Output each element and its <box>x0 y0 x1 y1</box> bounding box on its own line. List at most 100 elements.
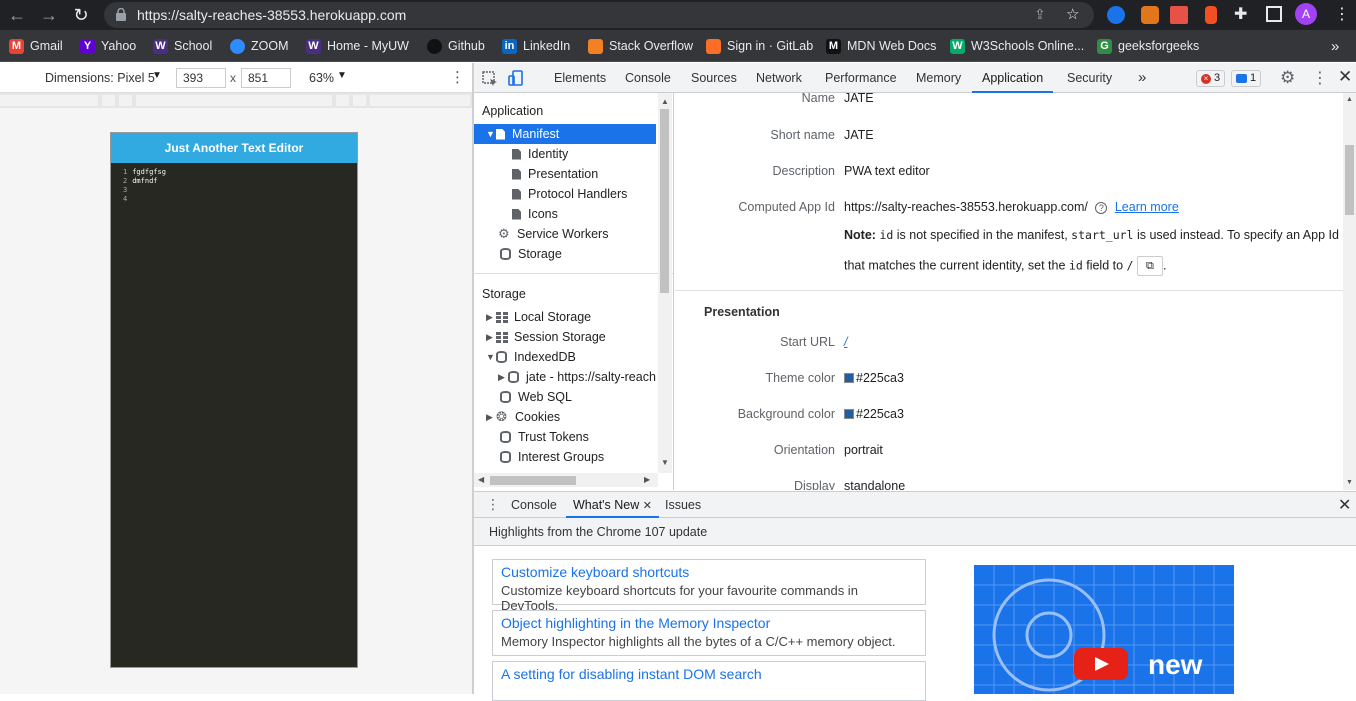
bookmark-gitlab[interactable]: Sign in · GitLab <box>706 38 813 54</box>
learn-more-link[interactable]: Learn more <box>1115 200 1179 214</box>
sidebar-item-interest-groups[interactable]: Interest Groups <box>500 447 604 467</box>
youtube-play-button[interactable] <box>1074 648 1128 680</box>
tab-performance[interactable]: Performance <box>825 63 897 93</box>
sidebar-item-service-workers[interactable]: ⚙ Service Workers <box>498 224 608 244</box>
help-icon[interactable]: ? <box>1095 202 1108 214</box>
address-bar[interactable]: https://salty-reaches-38553.herokuapp.co… <box>104 2 1094 28</box>
document-icon <box>512 188 521 200</box>
display-value: standalone <box>844 479 906 490</box>
drawer-menu-icon[interactable]: ⋮ <box>486 496 500 513</box>
share-icon[interactable]: ⇪ <box>1034 6 1046 23</box>
reload-icon[interactable]: ↻ <box>70 4 92 26</box>
inspect-element-icon[interactable] <box>482 71 498 87</box>
tab-application[interactable]: Application <box>972 63 1054 93</box>
bookmark-myuw[interactable]: W Home - MyUW <box>306 38 409 54</box>
profile-avatar[interactable]: A <box>1295 3 1317 25</box>
close-tab-icon[interactable]: ✕ <box>643 500 652 512</box>
bookmark-stackoverflow[interactable]: Stack Overflow <box>588 38 693 54</box>
bookmark-github[interactable]: Github <box>427 38 485 54</box>
sidebar-item-storage[interactable]: Storage <box>500 244 562 264</box>
sidebar-item-local-storage[interactable]: ▶ Local Storage <box>486 307 591 327</box>
puzzle-extensions-icon[interactable]: ✚ <box>1234 4 1247 24</box>
devtools-menu-icon[interactable]: ⋮ <box>1312 68 1328 88</box>
whats-new-video-thumbnail[interactable]: new <box>974 565 1234 694</box>
sidebar-horizontal-scrollbar[interactable]: ◀ ▶ <box>474 473 658 487</box>
forward-arrow-icon[interactable]: → <box>38 4 60 26</box>
sidebar-item-presentation[interactable]: Presentation <box>512 164 598 184</box>
main-vertical-scrollbar[interactable]: ▲ ▼ <box>1343 93 1356 490</box>
application-sidebar: Application ▼ Manifest Identity Presentat… <box>474 93 674 490</box>
extension-icon[interactable] <box>1107 6 1125 24</box>
tab-memory[interactable]: Memory <box>916 63 961 93</box>
device-dimensions-select[interactable]: Dimensions: Pixel 5 <box>45 71 155 85</box>
sidebar-item-web-sql[interactable]: Web SQL <box>500 387 572 407</box>
tab-console[interactable]: Console <box>625 63 671 93</box>
settings-gear-icon[interactable]: ⚙ <box>1280 68 1295 88</box>
bookmark-mdn[interactable]: M MDN Web Docs <box>826 38 936 54</box>
bookmark-zoom[interactable]: ZOOM <box>230 38 289 54</box>
more-tabs-button[interactable]: » <box>1138 63 1146 93</box>
metamask-icon[interactable] <box>1141 6 1159 24</box>
scroll-right-icon[interactable]: ▶ <box>644 475 650 484</box>
sidebar-item-protocol-handlers[interactable]: Protocol Handlers <box>512 184 627 204</box>
sidebar-item-icons[interactable]: Icons <box>512 204 558 224</box>
bookmark-star-icon[interactable]: ☆ <box>1066 5 1079 23</box>
start-url-link[interactable]: / <box>844 335 847 349</box>
scroll-down-icon[interactable]: ▼ <box>1346 479 1353 486</box>
card-title[interactable]: A setting for disabling instant DOM sear… <box>501 666 917 682</box>
copy-icon[interactable]: ⧉ <box>1136 256 1163 276</box>
close-devtools-icon[interactable]: ✕ <box>1338 67 1352 87</box>
bookmark-gmail[interactable]: M Gmail <box>9 38 63 54</box>
scrollbar-thumb[interactable] <box>1345 145 1354 215</box>
drawer-tab-issues[interactable]: Issues <box>665 492 701 518</box>
sidepanel-icon[interactable] <box>1266 6 1282 22</box>
sidebar-item-trust-tokens[interactable]: Trust Tokens <box>500 427 589 447</box>
card-title[interactable]: Customize keyboard shortcuts <box>501 564 917 580</box>
scroll-up-icon[interactable]: ▲ <box>661 97 669 106</box>
messages-badge[interactable]: 1 <box>1231 70 1262 87</box>
tab-network[interactable]: Network <box>756 63 802 93</box>
code-editor[interactable]: 1 fgdfgfsg 2 dmfndf 3 4 <box>111 163 357 204</box>
sidebar-vertical-scrollbar[interactable]: ▲ ▼ <box>658 93 672 473</box>
sidebar-item-indexeddb[interactable]: ▼ IndexedDB <box>486 347 576 367</box>
sidebar-item-cookies[interactable]: ▶ ❂ Cookies <box>486 407 560 427</box>
bookmark-linkedin[interactable]: in LinkedIn <box>502 38 570 54</box>
scroll-up-icon[interactable]: ▲ <box>1346 96 1353 103</box>
bookmark-yahoo[interactable]: Y Yahoo <box>80 38 136 54</box>
sidebar-item-indexeddb-jate[interactable]: ▶ jate - https://salty-reach <box>498 367 656 387</box>
extension-arrow-icon[interactable] <box>1170 6 1188 24</box>
back-arrow-icon[interactable]: ← <box>6 4 28 26</box>
tab-elements[interactable]: Elements <box>554 63 606 93</box>
sidebar-item-manifest[interactable]: ▼ Manifest <box>474 124 656 144</box>
zoom-select[interactable]: 63% <box>309 71 334 85</box>
device-more-icon[interactable]: ⋮ <box>450 68 465 86</box>
scroll-left-icon[interactable]: ◀ <box>478 475 484 484</box>
bookmark-w3schools[interactable]: W W3Schools Online... <box>950 38 1084 54</box>
scrollbar-thumb[interactable] <box>490 476 576 485</box>
more-bookmarks-button[interactable]: » <box>1331 38 1339 55</box>
device-toggle-icon[interactable] <box>508 70 524 87</box>
device-height-input[interactable] <box>241 68 291 88</box>
sidebar-item-session-storage[interactable]: ▶ Session Storage <box>486 327 606 347</box>
device-width-input[interactable] <box>176 68 226 88</box>
card-title[interactable]: Object highlighting in the Memory Inspec… <box>501 615 917 631</box>
media-query-ruler[interactable] <box>0 93 472 108</box>
errors-badge[interactable]: × 3 <box>1196 70 1226 87</box>
drawer-tab-whats-new[interactable]: What's New ✕ <box>566 492 659 518</box>
app-title: Just Another Text Editor <box>111 133 357 163</box>
whats-new-card[interactable]: Object highlighting in the Memory Inspec… <box>492 610 926 656</box>
extension-fire-icon[interactable] <box>1205 6 1217 24</box>
whats-new-card[interactable]: Customize keyboard shortcuts Customize k… <box>492 559 926 613</box>
tab-security[interactable]: Security <box>1067 63 1112 93</box>
menu-kebab-icon[interactable]: ⋮ <box>1334 4 1350 24</box>
bookmark-geeksforgeeks[interactable]: Ggeeksforgeeks <box>1097 38 1199 54</box>
whats-new-card[interactable]: A setting for disabling instant DOM sear… <box>492 661 926 701</box>
drawer-tab-console[interactable]: Console <box>511 492 557 518</box>
bookmark-school[interactable]: W School <box>153 38 212 54</box>
w3schools-icon: W <box>950 38 965 54</box>
sidebar-item-identity[interactable]: Identity <box>512 144 568 164</box>
scrollbar-thumb[interactable] <box>660 109 669 293</box>
close-drawer-icon[interactable]: ✕ <box>1338 495 1351 515</box>
scroll-down-icon[interactable]: ▼ <box>661 458 669 467</box>
tab-sources[interactable]: Sources <box>691 63 737 93</box>
